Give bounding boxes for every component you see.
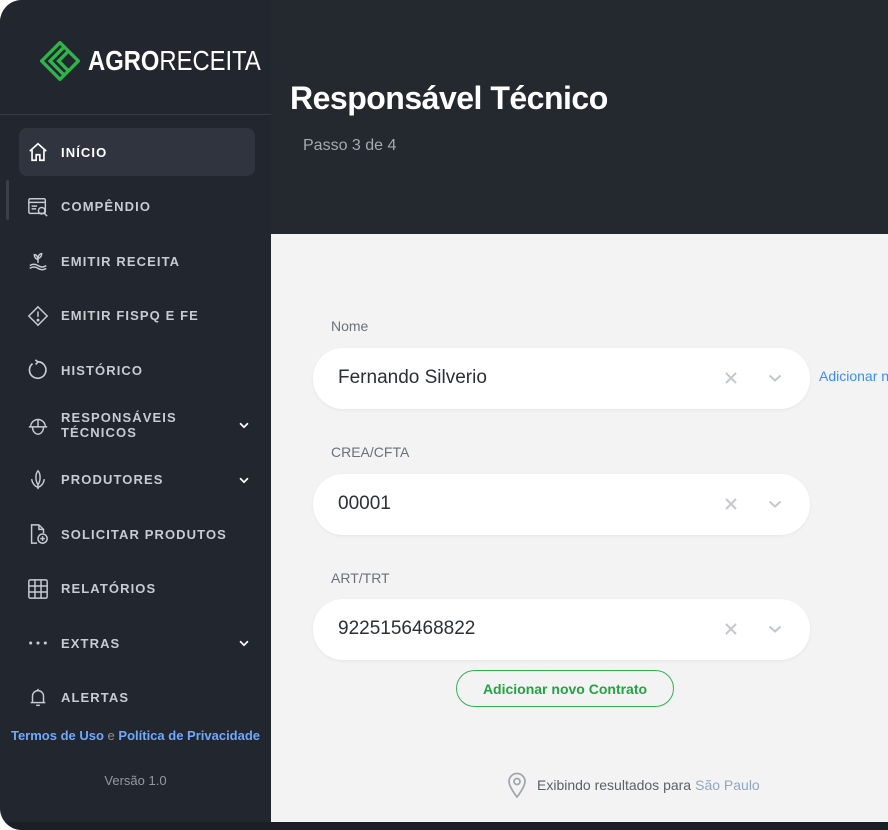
sidebar-item-label: RELATÓRIOS xyxy=(61,581,157,597)
art-label: ART/TRT xyxy=(331,570,390,586)
page-title: Responsável Técnico xyxy=(290,80,608,116)
sidebar: AGRO RECEITA INÍCIO COMPÊNDIO EMITIR REC… xyxy=(0,0,271,830)
step-indicator: Passo 3 de 4 xyxy=(303,137,397,154)
file-add-icon xyxy=(27,523,49,545)
nome-value: Fernando Silverio xyxy=(338,367,487,388)
location-pin-icon xyxy=(508,772,526,798)
clear-icon[interactable] xyxy=(723,496,739,512)
home-icon xyxy=(27,141,49,163)
plant-hand-icon xyxy=(27,250,49,272)
app-version: Versão 1.0 xyxy=(104,773,167,788)
nome-label: Nome xyxy=(331,318,369,334)
privacy-link[interactable]: Política de Privacidade xyxy=(118,728,260,743)
sidebar-item-inicio[interactable]: INÍCIO xyxy=(19,128,255,176)
chevron-down-icon[interactable] xyxy=(767,621,783,637)
warning-diamond-icon xyxy=(27,305,49,327)
chevron-down-icon[interactable] xyxy=(767,496,783,512)
nome-select[interactable]: Fernando Silverio xyxy=(313,348,810,409)
add-contract-button[interactable]: Adicionar novo Contrato xyxy=(456,670,674,707)
sidebar-item-compendio[interactable]: COMPÊNDIO xyxy=(19,183,255,231)
sidebar-item-label: EXTRAS xyxy=(61,635,121,651)
sidebar-item-historico[interactable]: HISTÓRICO xyxy=(19,346,255,394)
history-icon xyxy=(27,359,49,381)
sidebar-item-alertas[interactable]: ALERTAS xyxy=(19,674,255,722)
crea-select[interactable]: 00001 xyxy=(313,474,810,535)
chevron-down-icon[interactable] xyxy=(237,636,251,650)
location-info: Exibindo resultados para São Paulo xyxy=(507,772,760,798)
sidebar-item-emitir-receita[interactable]: EMITIR RECEITA xyxy=(19,237,255,285)
app-window: AGRO RECEITA INÍCIO COMPÊNDIO EMITIR REC… xyxy=(0,0,888,830)
clear-icon[interactable] xyxy=(723,370,739,386)
sidebar-item-label: SOLICITAR PRODUTOS xyxy=(61,526,227,542)
clear-icon[interactable] xyxy=(723,621,739,637)
sidebar-item-label: INÍCIO xyxy=(61,144,108,160)
location-city[interactable]: São Paulo xyxy=(695,777,760,793)
location-prefix: Exibindo resultados para xyxy=(537,777,692,793)
corn-icon xyxy=(27,469,49,491)
add-responsible-link[interactable]: Adicionar n xyxy=(819,368,888,384)
sidebar-item-extras[interactable]: EXTRAS xyxy=(19,619,255,667)
sidebar-nav: INÍCIO COMPÊNDIO EMITIR RECEITA EMITIR F… xyxy=(0,128,271,729)
brand-name: AGRO RECEITA xyxy=(88,45,261,76)
window-bottom-edge xyxy=(0,822,888,830)
dots-icon xyxy=(27,632,49,654)
sidebar-item-label: ALERTAS xyxy=(61,690,130,706)
form-area: Nome Fernando Silverio Adicionar n CREA/… xyxy=(271,234,888,822)
crea-label: CREA/CFTA xyxy=(331,444,410,460)
sidebar-item-label: PRODUTORES xyxy=(61,472,164,488)
sidebar-item-responsaveis-tecnicos[interactable]: RESPONSÁVEIS TÉCNICOS xyxy=(19,401,255,449)
legal-links: Termos de Uso e Política de Privacidade xyxy=(0,728,271,743)
page-header: Responsável Técnico Passo 3 de 4 xyxy=(271,0,888,234)
art-select[interactable]: 9225156468822 xyxy=(313,599,810,660)
bell-icon xyxy=(27,687,49,709)
sidebar-item-label: EMITIR RECEITA xyxy=(61,253,181,269)
sidebar-item-label: HISTÓRICO xyxy=(61,362,144,378)
legal-separator: e xyxy=(107,728,115,743)
chevron-down-icon[interactable] xyxy=(767,370,783,386)
sidebar-divider xyxy=(0,114,271,115)
crea-value: 00001 xyxy=(338,493,391,514)
sidebar-item-label: COMPÊNDIO xyxy=(61,199,152,215)
helmet-icon xyxy=(27,414,49,436)
sidebar-item-label: RESPONSÁVEIS TÉCNICOS xyxy=(61,409,177,440)
chevron-down-icon[interactable] xyxy=(237,418,251,432)
grid-icon xyxy=(27,578,49,600)
sidebar-item-solicitar-produtos[interactable]: SOLICITAR PRODUTOS xyxy=(19,510,255,558)
sidebar-item-emitir-fispq[interactable]: EMITIR FISPQ E FE xyxy=(19,292,255,340)
brand-logo[interactable]: AGRO RECEITA xyxy=(40,40,291,82)
chevron-down-icon[interactable] xyxy=(237,473,251,487)
agroreceita-logo-icon xyxy=(40,41,80,81)
sidebar-item-produtores[interactable]: PRODUTORES xyxy=(19,456,255,504)
terms-link[interactable]: Termos de Uso xyxy=(11,728,104,743)
art-value: 9225156468822 xyxy=(338,618,476,639)
sidebar-item-label: EMITIR FISPQ E FE xyxy=(61,308,199,324)
compendium-icon xyxy=(27,196,49,218)
sidebar-item-relatorios[interactable]: RELATÓRIOS xyxy=(19,565,255,613)
